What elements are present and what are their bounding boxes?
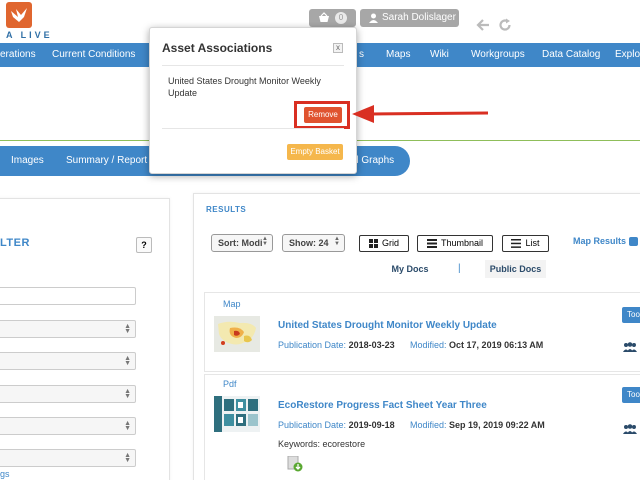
- select-caret-icon: ▲ ▼: [124, 452, 131, 464]
- nav-item-partial[interactable]: s: [359, 43, 364, 67]
- tab-my-docs[interactable]: My Docs: [388, 260, 432, 278]
- back-arrow-icon[interactable]: [476, 18, 490, 32]
- pdf-thumbnail[interactable]: [214, 396, 260, 432]
- filter-select-5[interactable]: ▲ ▼: [0, 449, 136, 467]
- list-view-button[interactable]: List: [502, 235, 549, 252]
- user-icon: [369, 13, 378, 23]
- dialog-divider: [162, 65, 344, 66]
- filter-select-4[interactable]: ▲ ▼: [0, 417, 136, 435]
- nav-item-data-catalog[interactable]: Data Catalog: [542, 43, 600, 67]
- select-caret-icon: ▲ ▼: [124, 355, 131, 367]
- tab-graphs[interactable]: d Graphs: [353, 146, 394, 176]
- keywords: Keywords: ecorestore: [278, 439, 366, 449]
- modified-date: Modified: Sep 19, 2019 09:22 AM: [410, 420, 545, 430]
- select-caret-icon: ▲ ▼: [334, 236, 340, 247]
- refresh-icon[interactable]: [498, 18, 512, 32]
- publication-date: Publication Date: 2019-09-18: [278, 420, 395, 430]
- basket-icon: [319, 12, 329, 22]
- result-title-link[interactable]: EcoRestore Progress Fact Sheet Year Thre…: [278, 400, 487, 411]
- filter-select-2[interactable]: ▲ ▼: [0, 352, 136, 370]
- fact-sheet-image: [214, 396, 260, 432]
- nav-item-explore[interactable]: Explor: [615, 43, 640, 67]
- group-users-icon[interactable]: [623, 342, 637, 352]
- pointer-arrow-icon: [352, 105, 489, 123]
- asset-type-label: Pdf: [223, 379, 237, 389]
- group-users-icon[interactable]: [623, 424, 637, 434]
- remove-button[interactable]: Remove: [304, 107, 342, 123]
- results-heading: RESULTS: [206, 205, 247, 214]
- dialog-close-button[interactable]: x: [333, 43, 343, 53]
- result-card: [204, 292, 640, 372]
- user-menu-button[interactable]: Sarah Dolislager: [360, 9, 459, 27]
- nav-item-wiki[interactable]: Wiki: [430, 43, 449, 67]
- checkbox-checked-icon: [629, 237, 639, 247]
- map-thumbnail[interactable]: [214, 316, 260, 352]
- filter-select-3[interactable]: ▲ ▼: [0, 385, 136, 403]
- select-caret-icon: ▲ ▼: [262, 236, 268, 247]
- help-button[interactable]: ?: [136, 237, 152, 253]
- basket-count-badge: 0: [335, 12, 347, 24]
- show-count-select[interactable]: Show: 24 ▲ ▼: [282, 234, 345, 252]
- grid-icon: [368, 239, 378, 249]
- logo[interactable]: [6, 2, 32, 28]
- modified-date: Modified: Oct 17, 2019 06:13 AM: [410, 340, 544, 350]
- tab-summary-report[interactable]: Summary / Report: [66, 146, 147, 176]
- tab-public-docs[interactable]: Public Docs: [485, 260, 546, 278]
- tags-link[interactable]: gs: [0, 469, 10, 479]
- download-icon[interactable]: [287, 456, 303, 472]
- empty-basket-button[interactable]: Empty Basket: [287, 144, 343, 160]
- select-caret-icon: ▲ ▼: [124, 420, 131, 432]
- publication-date: Publication Date: 2018-03-23: [278, 340, 395, 350]
- filter-search-input[interactable]: [0, 287, 136, 305]
- nav-item-maps[interactable]: Maps: [386, 43, 410, 67]
- dialog-title: Asset Associations: [162, 41, 273, 55]
- basket-button[interactable]: 0: [309, 9, 356, 27]
- user-name: Sarah Dolislager: [382, 12, 456, 23]
- list-icon: [511, 239, 522, 249]
- thumbnail-view-button[interactable]: Thumbnail: [417, 235, 493, 252]
- logo-text: A LIVE: [6, 30, 53, 40]
- basket-item-name: United States Drought Monitor Weekly Upd…: [168, 76, 321, 98]
- thumbnail-list-icon: [426, 239, 437, 249]
- filter-select-1[interactable]: ▲ ▼: [0, 320, 136, 338]
- sort-select[interactable]: Sort: Modi ▲ ▼: [211, 234, 273, 252]
- app-screen: A LIVE 0 Sarah Dolislager erations Curre…: [0, 0, 640, 480]
- tools-button[interactable]: Too: [622, 307, 640, 323]
- tools-button[interactable]: Too: [622, 387, 640, 403]
- dialog-divider: [162, 128, 344, 129]
- tab-images[interactable]: Images: [11, 146, 44, 176]
- filter-heading: LTER: [0, 237, 30, 249]
- nav-item-workgroups[interactable]: Workgroups: [471, 43, 525, 67]
- select-caret-icon: ▲ ▼: [124, 388, 131, 400]
- result-title-link[interactable]: United States Drought Monitor Weekly Upd…: [278, 320, 497, 331]
- bird-logo-icon: [11, 8, 27, 22]
- grid-view-button[interactable]: Grid: [359, 235, 409, 252]
- tab-separator: |: [458, 263, 461, 274]
- map-results-toggle[interactable]: Map Results: [573, 236, 639, 247]
- select-caret-icon: ▲ ▼: [124, 323, 131, 335]
- nav-item-current-conditions[interactable]: Current Conditions: [52, 43, 135, 67]
- drought-map-image: [214, 316, 260, 352]
- nav-item-operations[interactable]: erations: [0, 43, 36, 67]
- asset-type-label: Map: [223, 299, 241, 309]
